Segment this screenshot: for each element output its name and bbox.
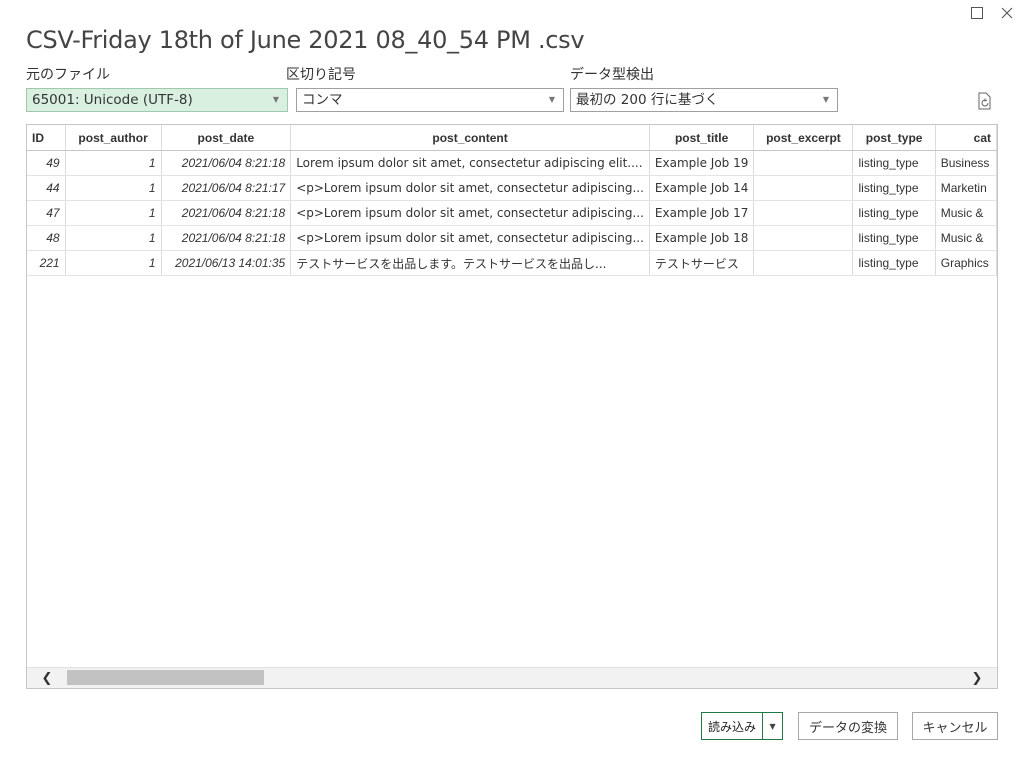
column-header[interactable]: cat — [935, 125, 997, 151]
column-header[interactable]: post_type — [852, 125, 936, 151]
scrollbar-thumb[interactable] — [67, 670, 264, 685]
table-cell: <p>Lorem ipsum dolor sit amet, consectet… — [290, 225, 650, 251]
column-header[interactable]: post_excerpt — [753, 125, 854, 151]
cancel-button[interactable]: キャンセル — [912, 712, 998, 740]
table-cell: 47 — [27, 200, 66, 226]
table-cell — [753, 175, 854, 201]
close-icon — [1001, 7, 1013, 19]
table-cell: Marketin — [935, 175, 997, 201]
type-detection-value: 最初の 200 行に基づく — [576, 92, 719, 108]
table-cell: Music & — [935, 225, 997, 251]
table-row: 44 1 2021/06/04 8:21:17 <p>Lorem ipsum dolo… — [27, 175, 997, 201]
table-cell: <p>Lorem ipsum dolor sit amet, consectet… — [290, 200, 650, 226]
table-cell: listing_type — [852, 150, 936, 176]
file-origin-dropdown[interactable]: 65001: Unicode (UTF-8) ▼ — [26, 88, 288, 112]
close-button[interactable] — [996, 2, 1018, 24]
table-cell: 2021/06/04 8:21:17 — [161, 175, 292, 201]
table-cell: 221 — [27, 250, 66, 276]
scroll-left-icon[interactable]: ❮ — [37, 668, 57, 688]
maximize-icon — [971, 7, 983, 19]
table-row: 221 1 2021/06/13 14:01:35 テストサービスを出品します。テスト… — [27, 250, 997, 276]
maximize-button[interactable] — [966, 2, 988, 24]
table-cell: 1 — [65, 200, 162, 226]
delimiter-dropdown[interactable]: コンマ ▼ — [296, 88, 564, 112]
table-row: 47 1 2021/06/04 8:21:18 <p>Lorem ipsum dolo… — [27, 200, 997, 226]
table-cell: 1 — [65, 175, 162, 201]
table-cell — [753, 225, 854, 251]
column-header[interactable]: post_title — [649, 125, 755, 151]
table-cell: 2021/06/04 8:21:18 — [161, 150, 292, 176]
chevron-down-icon: ▼ — [769, 721, 776, 731]
table-cell: テストサービス — [649, 250, 755, 276]
scroll-right-icon[interactable]: ❯ — [967, 668, 987, 688]
table-cell: listing_type — [852, 250, 936, 276]
horizontal-scrollbar[interactable]: ❮ ❯ — [27, 667, 997, 688]
load-button[interactable]: 読み込み — [701, 712, 764, 740]
table-cell — [753, 250, 854, 276]
column-header[interactable]: post_author — [65, 125, 162, 151]
table-cell: listing_type — [852, 225, 936, 251]
table-cell: listing_type — [852, 200, 936, 226]
table-cell: 2021/06/04 8:21:18 — [161, 200, 292, 226]
file-origin-value: 65001: Unicode (UTF-8) — [32, 92, 193, 108]
chevron-down-icon: ▼ — [272, 95, 279, 104]
chevron-down-icon: ▼ — [822, 95, 829, 104]
table-cell: Example Job 19 — [649, 150, 755, 176]
table-cell: 1 — [65, 150, 162, 176]
table-cell: 48 — [27, 225, 66, 251]
column-header[interactable]: ID — [27, 125, 66, 151]
table-cell: Example Job 17 — [649, 200, 755, 226]
dialog-title: CSV-Friday 18th of June 2021 08_40_54 PM… — [26, 26, 585, 54]
column-header[interactable]: post_content — [290, 125, 650, 151]
table-row: 48 1 2021/06/04 8:21:18 <p>Lorem ipsum dolo… — [27, 225, 997, 251]
table-cell — [753, 200, 854, 226]
load-button-group: 読み込み ▼ — [701, 712, 784, 740]
type-detection-dropdown[interactable]: 最初の 200 行に基づく ▼ — [570, 88, 838, 112]
table-cell: Graphics — [935, 250, 997, 276]
refresh-preview-button[interactable] — [975, 91, 995, 111]
type-detection-label: データ型検出 — [570, 67, 654, 83]
table-cell: 2021/06/13 14:01:35 — [161, 250, 292, 276]
table-cell: listing_type — [852, 175, 936, 201]
table-row: 49 1 2021/06/04 8:21:18 Lorem ipsum dolor s… — [27, 150, 997, 176]
table-cell — [753, 150, 854, 176]
table-cell: Example Job 18 — [649, 225, 755, 251]
delimiter-label: 区切り記号 — [286, 67, 356, 83]
table-cell: 1 — [65, 250, 162, 276]
table-cell: 2021/06/04 8:21:18 — [161, 225, 292, 251]
data-grid: ID post_author post_date post_content post_t… — [27, 125, 997, 276]
load-dropdown-button[interactable]: ▼ — [763, 712, 784, 740]
table-cell: <p>Lorem ipsum dolor sit amet, consectet… — [290, 175, 650, 201]
table-cell: 1 — [65, 225, 162, 251]
transform-data-button[interactable]: データの変換 — [798, 712, 898, 740]
file-origin-label: 元のファイル — [26, 67, 110, 83]
table-cell: Music & — [935, 200, 997, 226]
chevron-down-icon: ▼ — [548, 95, 555, 104]
refresh-icon — [978, 92, 991, 110]
table-cell: Example Job 14 — [649, 175, 755, 201]
column-header[interactable]: post_date — [161, 125, 292, 151]
preview-table: ID post_author post_date post_content post_t… — [26, 124, 998, 689]
table-cell: 44 — [27, 175, 66, 201]
table-cell: テストサービスを出品します。テストサービスを出品し... — [290, 250, 650, 276]
table-header-row: ID post_author post_date post_content post_t… — [27, 125, 997, 151]
delimiter-value: コンマ — [302, 92, 343, 108]
table-cell: 49 — [27, 150, 66, 176]
table-cell: Lorem ipsum dolor sit amet, consectetur … — [290, 150, 650, 176]
table-cell: Business — [935, 150, 997, 176]
